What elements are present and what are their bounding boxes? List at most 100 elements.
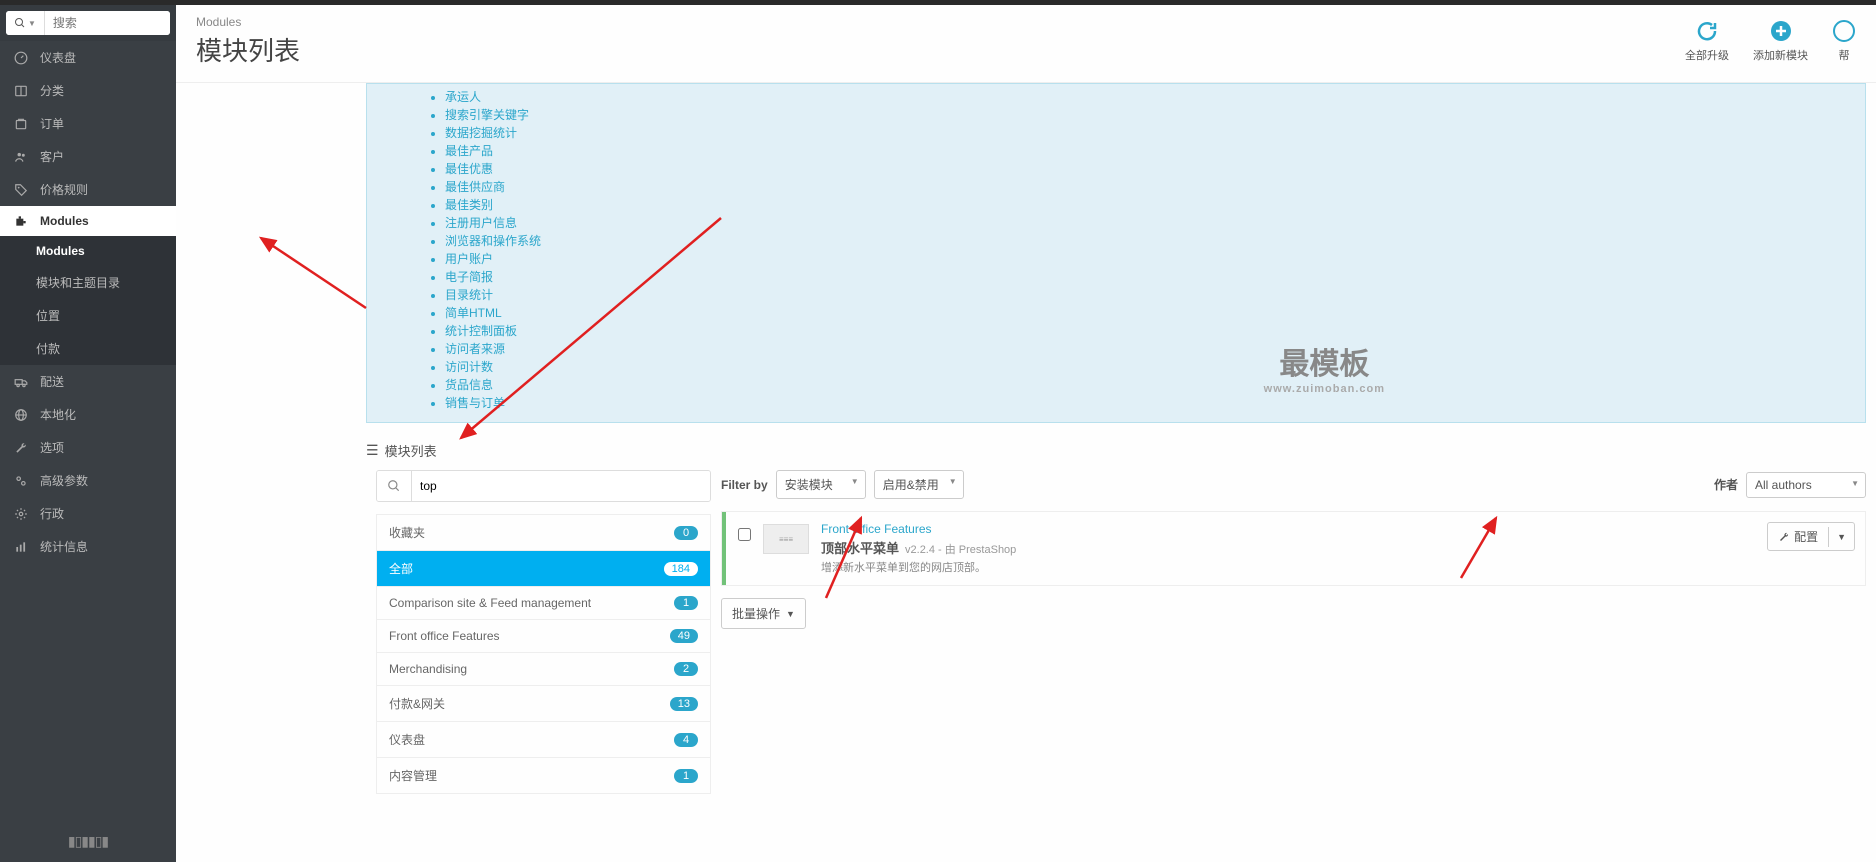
sidebar-footer: ▮▯▮▮▯▮	[0, 821, 176, 862]
stats-link[interactable]: 简单HTML	[445, 304, 1865, 322]
module-search-input[interactable]	[412, 471, 710, 501]
stats-link[interactable]: 最佳产品	[445, 142, 1865, 160]
stats-link[interactable]: 销售与订单	[445, 394, 1865, 412]
tag-icon	[14, 183, 28, 197]
sidebar-item-preferences[interactable]: 选项	[0, 431, 176, 464]
wrench-icon	[14, 441, 28, 455]
stats-link[interactable]: 注册用户信息	[445, 214, 1865, 232]
sidebar-search-input[interactable]	[45, 11, 170, 35]
category-count-badge: 1	[674, 596, 698, 610]
sidebar-item-shipping[interactable]: 配送	[0, 365, 176, 398]
stats-link[interactable]: 搜索引擎关键字	[445, 106, 1865, 124]
sidebar-item-dashboard[interactable]: 仪表盘	[0, 41, 176, 74]
sidebar-item-stats[interactable]: 统计信息	[0, 530, 176, 563]
cogs-icon	[14, 474, 28, 488]
caret-down-icon: ▼	[786, 609, 795, 619]
sidebar-item-label: 客户	[40, 148, 64, 165]
barcode-icon[interactable]: ▮▯▮▮▯▮	[68, 833, 108, 850]
stats-link[interactable]: 货品信息	[445, 376, 1865, 394]
author-label: 作者	[1714, 476, 1738, 493]
category-count-badge: 2	[674, 662, 698, 676]
add-module-button[interactable]: 添加新模块	[1753, 19, 1808, 63]
category-count-badge: 0	[674, 526, 698, 540]
category-item[interactable]: 仪表盘4	[377, 722, 710, 758]
stats-link[interactable]: 浏览器和操作系统	[445, 232, 1865, 250]
stats-link[interactable]: 访问计数	[445, 358, 1865, 376]
module-row: ≡≡≡ Front office Features 顶部水平菜单 v2.2.4 …	[721, 511, 1866, 586]
bulk-action-button[interactable]: 批量操作 ▼	[721, 598, 806, 629]
help-button[interactable]: 帮	[1832, 19, 1856, 63]
sidebar-sub-catalog[interactable]: 模块和主题目录	[0, 266, 176, 299]
category-label: 收藏夹	[389, 524, 425, 541]
module-thumbnail: ≡≡≡	[763, 524, 809, 554]
sidebar-item-label: 选项	[40, 439, 64, 456]
stats-link[interactable]: 数据挖掘统计	[445, 124, 1865, 142]
sidebar-item-label: 订单	[40, 115, 64, 132]
category-label: 仪表盘	[389, 731, 425, 748]
sidebar-item-catalog[interactable]: 分类	[0, 74, 176, 107]
sidebar-item-advparams[interactable]: 高级参数	[0, 464, 176, 497]
page-title: 模块列表	[196, 31, 300, 68]
category-item[interactable]: Comparison site & Feed management1	[377, 587, 710, 620]
category-label: Front office Features	[389, 629, 500, 643]
wrench-icon	[1778, 531, 1790, 543]
module-search-button[interactable]	[377, 471, 412, 501]
sidebar-item-customers[interactable]: 客户	[0, 140, 176, 173]
stats-link[interactable]: 访问者来源	[445, 340, 1865, 358]
category-count-badge: 13	[670, 697, 698, 711]
bars-icon	[14, 540, 28, 554]
upgrade-all-button[interactable]: 全部升级	[1685, 19, 1729, 63]
sidebar-item-administration[interactable]: 行政	[0, 497, 176, 530]
sidebar-item-localization[interactable]: 本地化	[0, 398, 176, 431]
author-filter-dropdown[interactable]: All authors	[1746, 472, 1866, 498]
filter-by-label: Filter by	[721, 478, 768, 492]
search-type-dropdown[interactable]: ▼	[6, 11, 45, 35]
module-version: v2.2.4 - 由 PrestaShop	[905, 541, 1016, 557]
stats-link[interactable]: 统计控制面板	[445, 322, 1865, 340]
stats-link[interactable]: 目录统计	[445, 286, 1865, 304]
module-checkbox[interactable]	[738, 528, 751, 541]
module-status-bar	[722, 512, 726, 585]
sidebar-sub-modules[interactable]: Modules	[0, 236, 176, 266]
category-count-badge: 184	[664, 562, 698, 576]
category-item[interactable]: 内容管理1	[377, 758, 710, 793]
list-icon: ☰	[366, 442, 379, 459]
category-item[interactable]: 全部184	[377, 551, 710, 587]
sidebar-item-label: 仪表盘	[40, 49, 76, 66]
sidebar-item-orders[interactable]: 订单	[0, 107, 176, 140]
module-name: 顶部水平菜单	[821, 538, 899, 557]
search-icon	[14, 17, 26, 29]
stats-link[interactable]: 最佳优惠	[445, 160, 1865, 178]
configure-button[interactable]: 配置 ▼	[1767, 522, 1855, 551]
cart-icon	[14, 117, 28, 131]
category-item[interactable]: Front office Features49	[377, 620, 710, 653]
sidebar-sub-positions[interactable]: 位置	[0, 299, 176, 332]
category-item[interactable]: 收藏夹 0	[377, 515, 710, 551]
stats-link[interactable]: 最佳供应商	[445, 178, 1865, 196]
sidebar-item-label: 配送	[40, 373, 64, 390]
sidebar-item-pricerules[interactable]: 价格规则	[0, 173, 176, 206]
module-search-box	[376, 470, 711, 502]
category-count-badge: 1	[674, 769, 698, 783]
sidebar-item-modules[interactable]: Modules	[0, 206, 176, 236]
globe-icon	[14, 408, 28, 422]
category-label: Merchandising	[389, 662, 467, 676]
sidebar-item-label: 行政	[40, 505, 64, 522]
sidebar-submenu: Modules 模块和主题目录 位置 付款	[0, 236, 176, 365]
enabled-filter-dropdown[interactable]: 启用&禁用	[874, 470, 964, 499]
category-list: 收藏夹 0 全部184Comparison site & Feed manageme…	[376, 514, 711, 794]
users-icon	[14, 150, 28, 164]
category-item[interactable]: 付款&网关13	[377, 686, 710, 722]
category-item[interactable]: Merchandising 2	[377, 653, 710, 686]
module-category-link[interactable]: Front office Features	[821, 522, 1755, 536]
configure-dropdown-caret[interactable]: ▼	[1828, 527, 1854, 547]
stats-link[interactable]: 承运人	[445, 88, 1865, 106]
stats-link[interactable]: 电子简报	[445, 268, 1865, 286]
stats-link[interactable]: 最佳类别	[445, 196, 1865, 214]
breadcrumb: Modules	[196, 15, 300, 29]
main-content: Modules 模块列表 全部升级 添加新模块 帮 承运	[176, 5, 1876, 862]
sidebar-sub-payment[interactable]: 付款	[0, 332, 176, 365]
stats-links-panel: 承运人搜索引擎关键字数据挖掘统计最佳产品最佳优惠最佳供应商最佳类别注册用户信息浏…	[366, 83, 1866, 423]
installed-filter-dropdown[interactable]: 安装模块	[776, 470, 866, 499]
stats-link[interactable]: 用户账户	[445, 250, 1865, 268]
